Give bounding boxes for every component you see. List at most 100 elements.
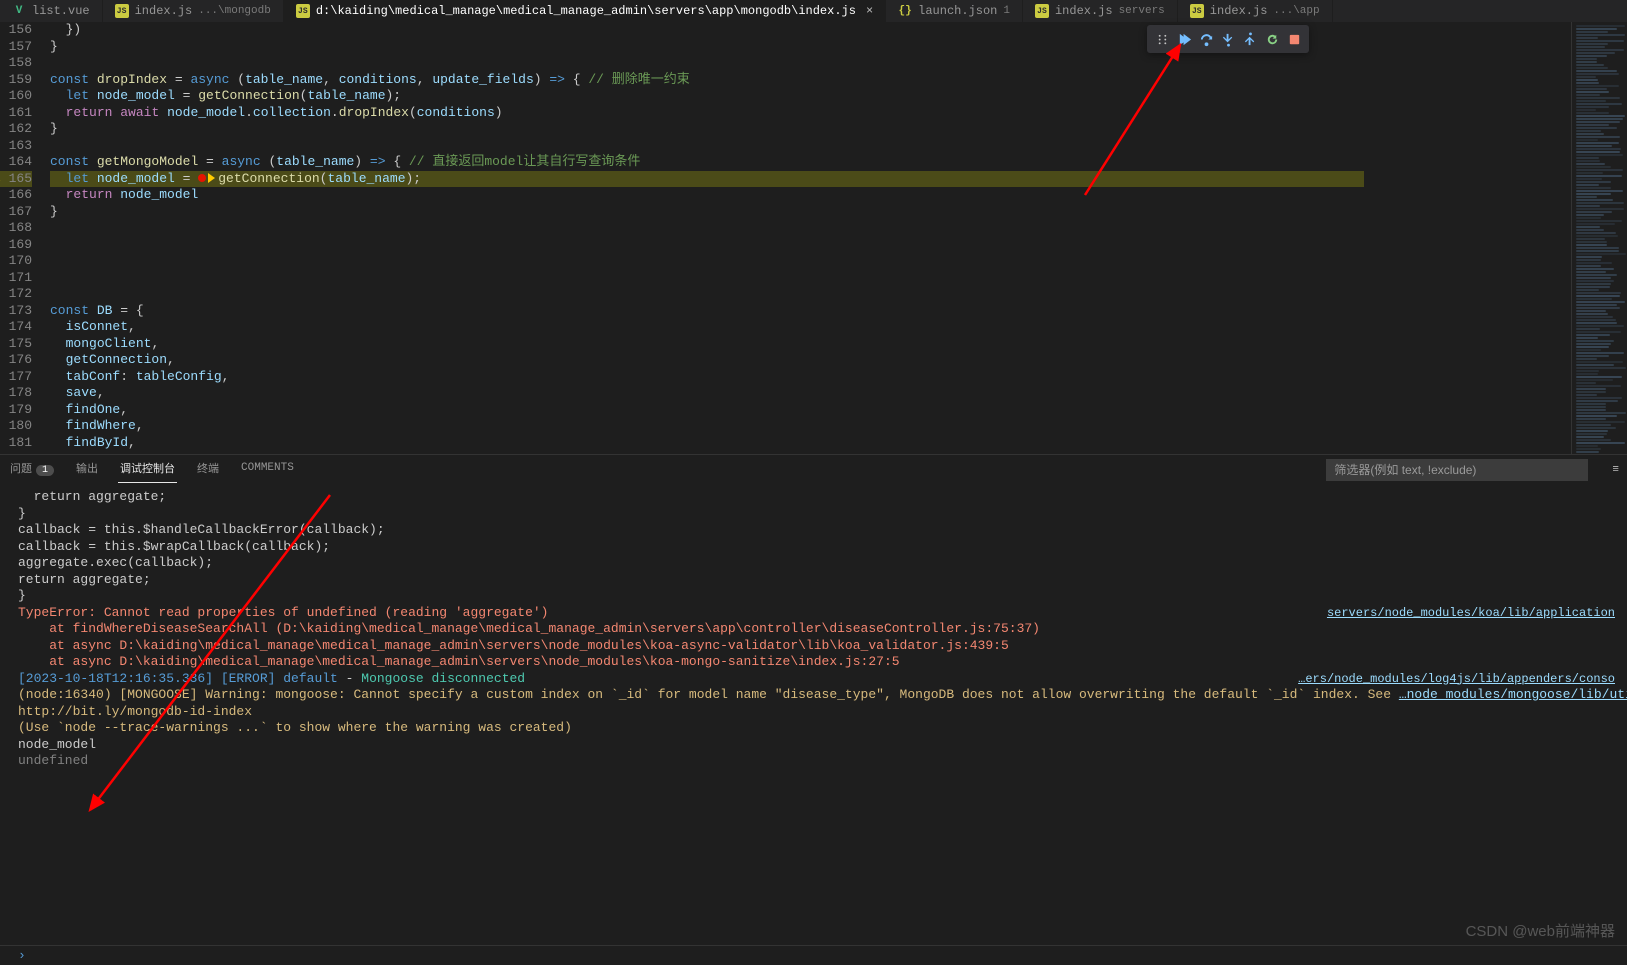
panel-tab[interactable]: 问题1 bbox=[8, 458, 56, 482]
code-line bbox=[50, 138, 1364, 155]
tab-label: index.js bbox=[1210, 4, 1268, 18]
line-number: 181 bbox=[0, 435, 32, 452]
line-number: 176 bbox=[0, 352, 32, 369]
tab-label: index.js bbox=[135, 4, 193, 18]
panel-tab-bar: 问题1 输出调试控制台终端 COMMENTS ≡ bbox=[0, 455, 1627, 485]
code-line bbox=[50, 253, 1364, 270]
console-line: at async D:\kaiding\medical_manage\medic… bbox=[18, 654, 1627, 671]
source-link[interactable]: …ers/node_modules/log4js/lib/appenders/c… bbox=[1298, 671, 1615, 688]
tab-sublabel: ...\app bbox=[1273, 5, 1319, 17]
tab-sublabel: 1 bbox=[1003, 5, 1010, 17]
close-icon[interactable]: × bbox=[866, 4, 873, 18]
code-line: let node_model = getConnection(table_nam… bbox=[50, 171, 1364, 188]
line-number: 174 bbox=[0, 319, 32, 336]
line-number: 175 bbox=[0, 336, 32, 353]
tab-sublabel: ...\mongodb bbox=[198, 5, 271, 17]
repl-input[interactable]: › bbox=[0, 945, 1627, 965]
tab-label: index.js bbox=[1055, 4, 1113, 18]
code-line bbox=[50, 286, 1364, 303]
watermark: CSDN @web前端神器 bbox=[1466, 920, 1615, 941]
console-line: } bbox=[18, 588, 1627, 605]
tab-label: launch.json bbox=[918, 4, 997, 18]
js-icon: JS bbox=[296, 4, 310, 18]
line-number: 177 bbox=[0, 369, 32, 386]
line-number: 166 bbox=[0, 187, 32, 204]
editor-tab[interactable]: JS index.js ...\mongodb bbox=[103, 0, 284, 22]
panel-tab[interactable]: 调试控制台 bbox=[118, 458, 177, 483]
code-line: getConnection, bbox=[50, 352, 1364, 369]
code-line bbox=[50, 220, 1364, 237]
code-line: }) bbox=[50, 22, 1364, 39]
console-line: (node:16340) [MONGOOSE] Warning: mongoos… bbox=[18, 687, 1627, 704]
code-line bbox=[50, 237, 1364, 254]
line-number: 164 bbox=[0, 154, 32, 171]
tab-label: d:\kaiding\medical_manage\medical_manage… bbox=[316, 4, 856, 18]
code-line: const DB = { bbox=[50, 303, 1364, 320]
panel-settings-icon[interactable]: ≡ bbox=[1612, 464, 1619, 476]
js-icon: JS bbox=[115, 4, 129, 18]
console-line: undefined bbox=[18, 753, 1627, 770]
editor-tab[interactable]: JSindex.jsservers bbox=[1023, 0, 1178, 22]
code-line: findById, bbox=[50, 435, 1364, 452]
line-number: 168 bbox=[0, 220, 32, 237]
bottom-panel: 问题1 输出调试控制台终端 COMMENTS ≡ return aggregate;… bbox=[0, 454, 1627, 965]
line-number: 158 bbox=[0, 55, 32, 72]
line-number: 161 bbox=[0, 105, 32, 122]
editor-tab[interactable]: Vlist.vue bbox=[0, 0, 103, 22]
panel-tab[interactable]: 输出 bbox=[74, 458, 100, 482]
line-number: 179 bbox=[0, 402, 32, 419]
line-number: 167 bbox=[0, 204, 32, 221]
line-number: 170 bbox=[0, 253, 32, 270]
code-line: } bbox=[50, 204, 1364, 221]
js-icon: JS bbox=[1035, 4, 1049, 18]
code-line: return await node_model.collection.dropI… bbox=[50, 105, 1364, 122]
editor-tab-bar: Vlist.vue JS index.js ...\mongodb JS d:\kaidi… bbox=[0, 0, 1627, 22]
console-line: callback = this.$wrapCallback(callback); bbox=[18, 539, 1627, 556]
filter-input[interactable] bbox=[1326, 459, 1588, 481]
line-number: 172 bbox=[0, 286, 32, 303]
line-number: 173 bbox=[0, 303, 32, 320]
console-line: } bbox=[18, 506, 1627, 523]
console-line: return aggregate; bbox=[18, 489, 1627, 506]
code-line: const dropIndex = async (table_name, con… bbox=[50, 72, 1364, 89]
panel-tab[interactable]: 终端 bbox=[195, 458, 221, 482]
code-line: findWhere, bbox=[50, 418, 1364, 435]
code-editor[interactable]: 156157158159160161162163164▶165166167168… bbox=[0, 22, 1627, 454]
code-line: save, bbox=[50, 385, 1364, 402]
code-line: let node_model = getConnection(table_nam… bbox=[50, 88, 1364, 105]
line-number: 163 bbox=[0, 138, 32, 155]
line-number: 160 bbox=[0, 88, 32, 105]
console-line: return aggregate; bbox=[18, 572, 1627, 589]
vue-icon: V bbox=[12, 4, 26, 18]
line-number: 157 bbox=[0, 39, 32, 56]
code-line: } bbox=[50, 39, 1364, 56]
code-line: findOne, bbox=[50, 402, 1364, 419]
console-line: aggregate.exec(callback); bbox=[18, 555, 1627, 572]
line-number: 156 bbox=[0, 22, 32, 39]
panel-tab[interactable]: COMMENTS bbox=[239, 460, 296, 480]
console-line: node_model bbox=[18, 737, 1627, 754]
code-line: mongoClient, bbox=[50, 336, 1364, 353]
editor-tab[interactable]: JS d:\kaiding\medical_manage\medical_mana… bbox=[284, 0, 886, 22]
editor-tab[interactable]: {}launch.json1 bbox=[886, 0, 1023, 22]
code-line: } bbox=[50, 121, 1364, 138]
code-line: const getMongoModel = async (table_name)… bbox=[50, 154, 1364, 171]
badge: 1 bbox=[36, 465, 54, 476]
line-number: 178 bbox=[0, 385, 32, 402]
minimap[interactable] bbox=[1571, 22, 1627, 454]
console-line: [2023-10-18T12:16:35.336] [ERROR] defaul… bbox=[18, 671, 1627, 688]
console-line: at findWhereDiseaseSearchAll (D:\kaiding… bbox=[18, 621, 1627, 638]
tab-label: list.vue bbox=[32, 4, 90, 18]
code-line: return node_model bbox=[50, 187, 1364, 204]
code-line: isConnet, bbox=[50, 319, 1364, 336]
code-line: tabConf: tableConfig, bbox=[50, 369, 1364, 386]
console-line: (Use `node --trace-warnings ...` to show… bbox=[18, 720, 1627, 737]
line-number: ▶165 bbox=[0, 171, 32, 188]
editor-tab[interactable]: JSindex.js...\app bbox=[1178, 0, 1333, 22]
code-line bbox=[50, 55, 1364, 72]
line-number: 180 bbox=[0, 418, 32, 435]
console-line: http://bit.ly/mongodb-id-index bbox=[18, 704, 1627, 721]
debug-console[interactable]: return aggregate;}callback = this.$handl… bbox=[0, 485, 1627, 945]
console-line: callback = this.$handleCallbackError(cal… bbox=[18, 522, 1627, 539]
line-number: 162 bbox=[0, 121, 32, 138]
